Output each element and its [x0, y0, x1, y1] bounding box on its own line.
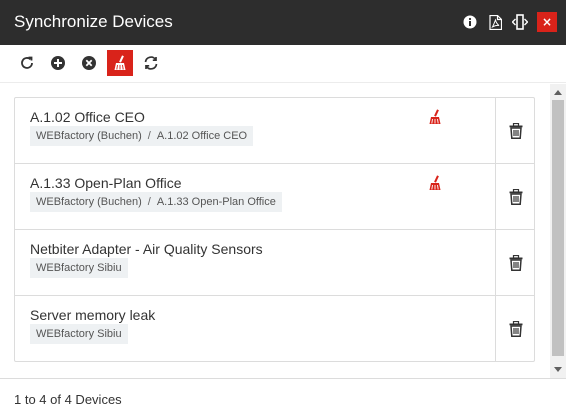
path-segment: WEBfactory (Buchen) — [36, 130, 142, 142]
vertical-scrollbar[interactable] — [550, 84, 566, 378]
device-list-area: A.1.02 Office CEO WEBfactory (Buchen) / A.… — [0, 84, 566, 378]
device-name: A.1.33 Open-Plan Office — [30, 175, 182, 191]
add-circle-icon — [51, 56, 65, 70]
info-icon[interactable] — [460, 12, 480, 32]
path-separator: / — [147, 130, 151, 142]
trash-icon — [509, 188, 522, 205]
pagination-summary: 1 to 4 of 4 Devices — [14, 392, 122, 407]
device-path: WEBfactory (Buchen) / A.1.02 Office CEO — [30, 126, 254, 146]
path-separator: / — [147, 196, 151, 208]
path-segment: WEBfactory Sibiu — [36, 328, 122, 340]
remove-circle-icon — [82, 56, 96, 70]
device-name: Netbiter Adapter - Air Quality Sensors — [30, 241, 263, 257]
device-list: A.1.02 Office CEO WEBfactory (Buchen) / A.… — [14, 97, 535, 362]
path-segment: WEBfactory (Buchen) — [36, 196, 142, 208]
title-bar-actions: × — [455, 12, 557, 32]
device-path: WEBfactory (Buchen) / A.1.33 Open-Plan Off… — [30, 192, 282, 212]
broom-icon — [427, 175, 443, 191]
delete-button[interactable] — [495, 296, 534, 361]
device-row[interactable]: A.1.02 Office CEO WEBfactory (Buchen) / A.… — [15, 98, 534, 164]
delete-button[interactable] — [495, 164, 534, 229]
column-resize-icon[interactable] — [510, 12, 530, 32]
refresh-button[interactable] — [14, 50, 40, 76]
device-path: WEBfactory Sibiu — [30, 258, 128, 278]
close-button[interactable]: × — [537, 12, 557, 32]
path-segment: A.1.33 Open-Plan Office — [156, 196, 276, 208]
pdf-icon[interactable] — [485, 12, 505, 32]
refresh-icon — [21, 56, 33, 69]
sync-icon — [144, 56, 158, 70]
close-icon: × — [541, 15, 553, 29]
scroll-up-arrow-icon[interactable] — [550, 84, 566, 100]
scrollbar-thumb[interactable] — [552, 100, 564, 356]
sync-button[interactable] — [138, 50, 164, 76]
add-button[interactable] — [45, 50, 71, 76]
path-segment: A.1.02 Office CEO — [156, 130, 248, 142]
device-row[interactable]: Server memory leak WEBfactory Sibiu — [15, 296, 534, 361]
path-segment: WEBfactory Sibiu — [36, 262, 122, 274]
trash-icon — [509, 254, 522, 271]
scroll-down-arrow-icon[interactable] — [550, 362, 566, 378]
device-row[interactable]: Netbiter Adapter - Air Quality Sensors W… — [15, 230, 534, 296]
footer: 1 to 4 of 4 Devices — [0, 378, 566, 417]
toolbar — [0, 45, 566, 83]
broom-icon — [114, 55, 126, 70]
device-path: WEBfactory Sibiu — [30, 324, 128, 344]
device-name: A.1.02 Office CEO — [30, 109, 145, 125]
trash-icon — [509, 122, 522, 139]
trash-icon — [509, 321, 522, 337]
device-name: Server memory leak — [30, 307, 156, 323]
clear-button[interactable] — [107, 50, 133, 76]
window-title: Synchronize Devices — [14, 12, 173, 31]
broom-icon — [427, 109, 443, 125]
delete-button[interactable] — [495, 230, 534, 295]
remove-button[interactable] — [76, 50, 102, 76]
title-bar: Synchronize Devices × — [0, 0, 566, 45]
device-row[interactable]: A.1.33 Open-Plan Office WEBfactory (Buch… — [15, 164, 534, 230]
delete-button[interactable] — [495, 98, 534, 163]
